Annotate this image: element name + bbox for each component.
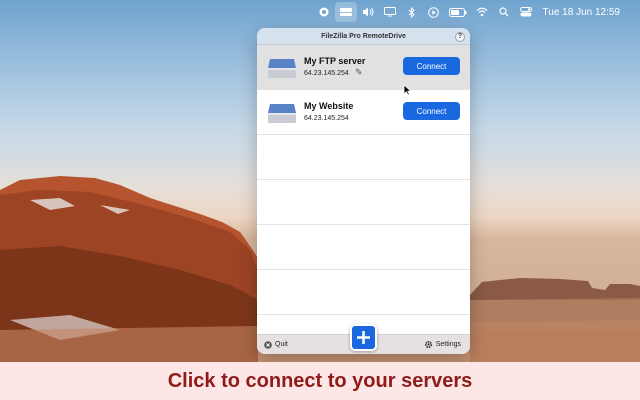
battery-icon[interactable] (445, 0, 471, 24)
volume-icon[interactable] (357, 0, 379, 24)
gear-icon (424, 340, 432, 349)
record-icon[interactable] (313, 0, 335, 24)
mouse-cursor-icon (403, 84, 412, 96)
wifi-icon[interactable] (471, 0, 493, 24)
plus-icon (357, 331, 370, 344)
search-icon[interactable] (493, 0, 515, 24)
empty-row (257, 225, 470, 270)
menu-bar: Tue 18 Jun 12:59 (0, 0, 640, 24)
add-server-button[interactable] (350, 324, 377, 351)
quit-icon (264, 340, 272, 349)
bluetooth-icon[interactable] (401, 0, 423, 24)
server-drive-icon (268, 59, 296, 78)
play-icon[interactable] (423, 0, 445, 24)
server-list: My FTP server 64.23.145.254 ✎ Connect My… (257, 45, 470, 334)
menubar-datetime[interactable]: Tue 18 Jun 12:59 (543, 7, 620, 18)
server-name: My FTP server (304, 56, 366, 66)
server-row[interactable]: My Website 64.23.145.254 Connect (257, 90, 470, 135)
server-row[interactable]: My FTP server 64.23.145.254 ✎ Connect (257, 45, 470, 90)
server-name: My Website (304, 101, 354, 111)
quit-button[interactable]: Quit (264, 340, 288, 349)
server-host: 64.23.145.254 (304, 115, 349, 122)
help-button[interactable]: ? (455, 32, 465, 42)
popover-title: FileZilla Pro RemoteDrive (321, 32, 406, 40)
control-center-icon[interactable] (515, 0, 537, 24)
quit-label: Quit (275, 341, 288, 348)
caption-banner: Click to connect to your servers (0, 362, 640, 400)
edit-pencil-icon[interactable]: ✎ (355, 67, 363, 78)
connect-button[interactable]: Connect (403, 102, 460, 120)
display-icon[interactable] (379, 0, 401, 24)
remotedrive-icon[interactable] (334, 2, 357, 22)
empty-row (257, 180, 470, 225)
settings-button[interactable]: Settings (424, 340, 461, 349)
empty-row (257, 135, 470, 180)
server-host: 64.23.145.254 (304, 70, 349, 77)
server-drive-icon (268, 104, 296, 123)
settings-label: Settings (435, 341, 461, 348)
popover-header: FileZilla Pro RemoteDrive ? (257, 28, 470, 45)
empty-row (257, 270, 470, 315)
remotedrive-popover: FileZilla Pro RemoteDrive ? My FTP serve… (257, 28, 470, 354)
connect-button[interactable]: Connect (403, 57, 460, 75)
caption-text: Click to connect to your servers (167, 369, 473, 392)
